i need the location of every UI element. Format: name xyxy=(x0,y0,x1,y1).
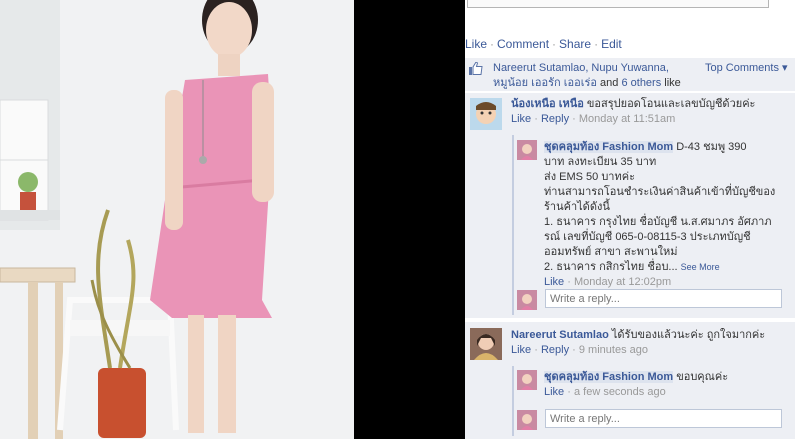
likes-summary: Nareerut Sutamlao, Nupu Yuwanna, หมูน้อย… xyxy=(465,58,795,104)
comment-text: ขอสรุปยอดโอนและเลขบัญชีด้วยค่ะ xyxy=(586,98,756,110)
reply-text-line: ร้านค้าได้ดังนี้ xyxy=(544,201,610,213)
avatar xyxy=(517,410,537,430)
comment-like-link[interactable]: Like xyxy=(511,113,531,125)
comment-body: น้องเหนือ เหนือ ขอสรุปยอดโอนและเลขบัญชีด… xyxy=(511,97,791,127)
comment-author[interactable]: น้องเหนือ เหนือ xyxy=(511,98,584,110)
product-photo xyxy=(0,0,354,439)
comment-reply-link[interactable]: Reply xyxy=(541,344,569,356)
comment-time[interactable]: 9 minutes ago xyxy=(579,344,648,356)
separator-dot: · xyxy=(490,37,495,51)
reply-meta: Like · a few seconds ago xyxy=(544,386,666,398)
action-buttons-row[interactable] xyxy=(467,0,769,8)
reply-author[interactable]: ชุดคลุมท้อง Fashion Mom xyxy=(544,141,674,153)
reply-text-line: ส่ง EMS 50 บาทค่ะ xyxy=(544,171,636,183)
reply-author[interactable]: ชุดคลุมท้อง Fashion Mom xyxy=(544,371,674,383)
reply-input[interactable]: Write a reply... xyxy=(545,289,782,308)
comment-text: ได้รับของแล้วนะค่ะ ถูกใจมากค่ะ xyxy=(611,329,766,341)
comment-author[interactable]: Nareerut Sutamlao xyxy=(511,329,609,341)
reply-like-link[interactable]: Like xyxy=(544,276,564,288)
comment-meta: Like · Reply · 9 minutes ago xyxy=(511,344,648,356)
liker-names[interactable]: Nareerut Sutamlao, Nupu Yuwanna, xyxy=(493,62,669,74)
share-link[interactable]: Share xyxy=(559,37,591,51)
reply-body: ชุดคลุมท้อง Fashion Mom D-43 ชมพู 390 บา… xyxy=(544,140,792,290)
edit-link[interactable]: Edit xyxy=(601,37,622,51)
comments-panel: Like · Comment · Share · Edit Nareerut Sutamla… xyxy=(465,0,800,439)
comment-item: Nareerut Sutamlao ได้รับของแล้วนะค่ะ ถูก… xyxy=(465,322,795,439)
avatar[interactable] xyxy=(517,140,537,160)
like-link[interactable]: Like xyxy=(465,37,487,51)
comment-like-link[interactable]: Like xyxy=(511,344,531,356)
and-word: and xyxy=(600,77,619,89)
reply-thread-line xyxy=(512,366,514,436)
others-link[interactable]: 6 others xyxy=(621,77,661,89)
reply-text-line: บาท ลงทะเบียน 35 บาท xyxy=(544,156,657,168)
reply-meta: Like · Monday at 12:02pm xyxy=(544,276,672,288)
reply-input[interactable]: Write a reply... xyxy=(545,409,782,428)
reply-text-line: 2. ธนาคาร กสิกรไทย ชื่อบ... xyxy=(544,261,678,273)
comment-time[interactable]: Monday at 11:51am xyxy=(579,113,675,125)
reply-text-line: D-43 ชมพู 390 xyxy=(676,141,747,153)
separator-dot: · xyxy=(552,37,557,51)
reply-like-link[interactable]: Like xyxy=(544,386,564,398)
separator-dot: · xyxy=(594,37,599,51)
reply-thread-line xyxy=(512,135,514,315)
photo-illustration xyxy=(0,0,354,439)
top-comments-dropdown[interactable]: Top Comments ▾ xyxy=(705,61,788,74)
reply-body: ชุดคลุมท้อง Fashion Mom ขอบคุณค่ะ Like ·… xyxy=(544,370,792,400)
comment-body: Nareerut Sutamlao ได้รับของแล้วนะค่ะ ถูก… xyxy=(511,328,791,358)
comment-reply-link[interactable]: Reply xyxy=(541,113,569,125)
reply-text-line: ออมทรัพย์ สาขา สะพานใหม่ xyxy=(544,246,678,258)
reply-text-line: รณ์ เลขที่บัญชี 065-0-08115-3 ประเภทบัญช… xyxy=(544,231,751,243)
reply-text-line: 1. ธนาคาร กรุงไทย ชื่อบัญชี น.ส.ศมาภร อั… xyxy=(544,216,772,228)
reply-time[interactable]: a few seconds ago xyxy=(574,386,666,398)
avatar xyxy=(517,290,537,310)
comment-link[interactable]: Comment xyxy=(497,37,549,51)
reply-text: ขอบคุณค่ะ xyxy=(676,371,729,383)
avatar[interactable] xyxy=(517,370,537,390)
thumbs-up-icon xyxy=(469,61,483,78)
avatar[interactable] xyxy=(470,98,502,130)
reply-time[interactable]: Monday at 12:02pm xyxy=(574,276,671,288)
see-more-link[interactable]: See More xyxy=(681,262,720,272)
liker-name-thai[interactable]: หมูน้อย เออรัก เออเร่อ xyxy=(493,77,597,89)
photo-viewer-background xyxy=(354,0,465,439)
comment-meta: Like · Reply · Monday at 11:51am xyxy=(511,113,676,125)
comment-item: น้องเหนือ เหนือ ขอสรุปยอดโอนและเลขบัญชีด… xyxy=(465,93,795,318)
reply-text-line: ท่านสามารถโอนชำระเงินค่าสินค้าเข้าที่บัญ… xyxy=(544,186,776,198)
post-actions: Like · Comment · Share · Edit xyxy=(465,37,622,51)
avatar[interactable] xyxy=(470,328,502,360)
